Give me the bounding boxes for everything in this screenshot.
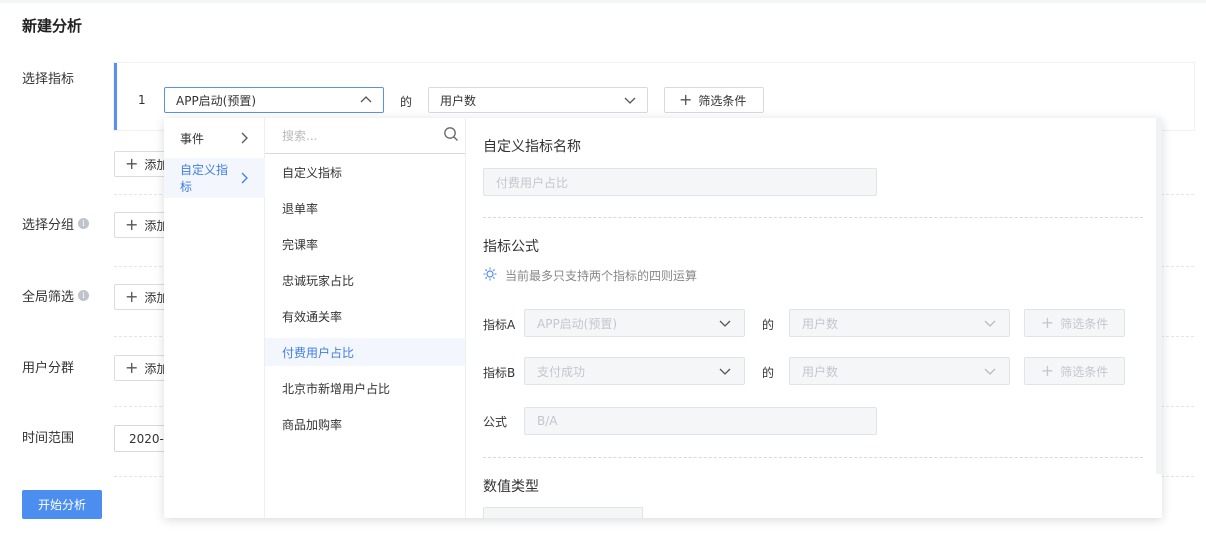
list-item[interactable]: 自定义指标: [265, 158, 465, 186]
metric-a-event-value: APP启动(预置): [537, 316, 618, 331]
info-icon[interactable]: i: [78, 290, 90, 301]
metric-detail-column: 自定义指标名称 付费用户占比 指标公式 当前最多只支持两个指标的四则运算 指标A…: [466, 118, 1162, 518]
metric-b-measure-select[interactable]: 用户数: [789, 357, 1010, 385]
list-item[interactable]: 商品加购率: [265, 410, 465, 438]
chevron-right-icon: [237, 131, 251, 145]
category-column: 事件 自定义指标: [164, 118, 265, 518]
metric-b-label: 指标B: [483, 366, 516, 380]
divider: [483, 217, 1143, 218]
filter-row-label: 全局筛选 i: [22, 286, 90, 305]
metric-b-event-select[interactable]: 支付成功: [524, 357, 745, 385]
metric-index: 1: [138, 93, 146, 107]
category-custom-metric[interactable]: 自定义指标: [164, 158, 265, 198]
category-label: 事件: [180, 131, 205, 146]
value-type-select[interactable]: [483, 507, 643, 518]
metric-name-input[interactable]: 付费用户占比: [483, 168, 877, 196]
metric-a-measure-value: 用户数: [802, 316, 839, 331]
chevron-up-icon: [359, 93, 373, 107]
metric-b-measure-value: 用户数: [802, 364, 839, 379]
formula-label: 公式: [483, 415, 508, 429]
chevron-down-icon: [623, 93, 637, 107]
filter-label: 筛选条件: [1060, 316, 1109, 331]
metric-dropdown-panel: 事件 自定义指标 搜索... 自定义指标 退单率 完课率 忠诚玩家占比 有效通关…: [164, 118, 1162, 518]
name-section-title: 自定义指标名称: [483, 139, 581, 155]
metric-b-event-value: 支付成功: [537, 364, 586, 379]
metric-list-column: 搜索... 自定义指标 退单率 完课率 忠诚玩家占比 有效通关率 付费用户占比 …: [265, 118, 466, 518]
metric-b-filter-button[interactable]: + 筛选条件: [1024, 357, 1125, 385]
lightbulb-icon: [483, 267, 497, 284]
chevron-down-icon: [983, 316, 997, 330]
filter-condition-label: 筛选条件: [698, 93, 747, 108]
measure-select[interactable]: 用户数: [428, 87, 648, 113]
metric-a-label: 指标A: [483, 318, 516, 332]
metric-search-input[interactable]: 搜索...: [265, 118, 465, 154]
metric-a-measure-select[interactable]: 用户数: [789, 309, 1010, 337]
formula-value: B/A: [537, 414, 558, 428]
metric-name-value: 付费用户占比: [496, 175, 569, 190]
event-select[interactable]: APP启动(预置): [164, 87, 384, 113]
time-row-label: 时间范围: [22, 427, 74, 446]
plus-icon: +: [125, 215, 139, 234]
category-label: 自定义指标: [180, 163, 229, 194]
formula-hint: 当前最多只支持两个指标的四则运算: [483, 267, 697, 284]
list-item[interactable]: 完课率: [265, 230, 465, 258]
list-item[interactable]: 有效通关率: [265, 302, 465, 330]
value-type-title: 数值类型: [483, 479, 539, 495]
list-item[interactable]: 退单率: [265, 194, 465, 222]
list-item-selected[interactable]: 付费用户占比: [265, 338, 465, 366]
plus-icon: +: [125, 287, 139, 306]
metric-row-label: 选择指标: [22, 68, 74, 87]
formula-hint-text: 当前最多只支持两个指标的四则运算: [505, 269, 698, 283]
group-label-text: 选择分组: [22, 218, 75, 233]
chevron-down-icon: [718, 364, 732, 378]
formula-section-title: 指标公式: [483, 239, 539, 255]
group-row-label: 选择分组 i: [22, 214, 90, 233]
list-item[interactable]: 忠诚玩家占比: [265, 266, 465, 294]
time-label-text: 时间范围: [22, 431, 75, 446]
plus-icon: +: [1040, 313, 1055, 332]
measure-select-value: 用户数: [440, 93, 477, 108]
search-icon[interactable]: [443, 126, 459, 145]
of-label: 的: [400, 95, 413, 109]
metric-label-text: 选择指标: [22, 72, 75, 87]
plus-icon: +: [1040, 361, 1055, 380]
filter-condition-button[interactable]: + 筛选条件: [664, 87, 764, 113]
event-select-value: APP启动(预置): [176, 93, 257, 108]
segment-label-text: 用户分群: [22, 361, 75, 376]
plus-icon: +: [679, 90, 693, 109]
page-title: 新建分析: [22, 17, 83, 35]
of-label: 的: [762, 366, 775, 380]
plus-icon: +: [125, 154, 139, 173]
list-item[interactable]: 北京市新增用户占比: [265, 374, 465, 402]
info-icon[interactable]: i: [78, 218, 90, 229]
divider: [483, 457, 1143, 458]
metric-a-filter-button[interactable]: + 筛选条件: [1024, 309, 1125, 337]
chevron-down-icon: [983, 364, 997, 378]
chevron-down-icon: [718, 316, 732, 330]
scrollbar[interactable]: [1156, 118, 1162, 474]
search-placeholder: 搜索...: [282, 129, 318, 143]
filter-label: 筛选条件: [1060, 364, 1109, 379]
plus-icon: +: [125, 358, 139, 377]
start-analysis-button[interactable]: 开始分析: [22, 490, 102, 519]
segment-row-label: 用户分群: [22, 357, 74, 376]
category-event[interactable]: 事件: [164, 118, 265, 158]
of-label: 的: [762, 318, 775, 332]
chevron-right-icon: [237, 171, 251, 185]
metric-a-event-select[interactable]: APP启动(预置): [524, 309, 745, 337]
filter-label-text: 全局筛选: [22, 290, 75, 305]
formula-input[interactable]: B/A: [524, 407, 877, 435]
